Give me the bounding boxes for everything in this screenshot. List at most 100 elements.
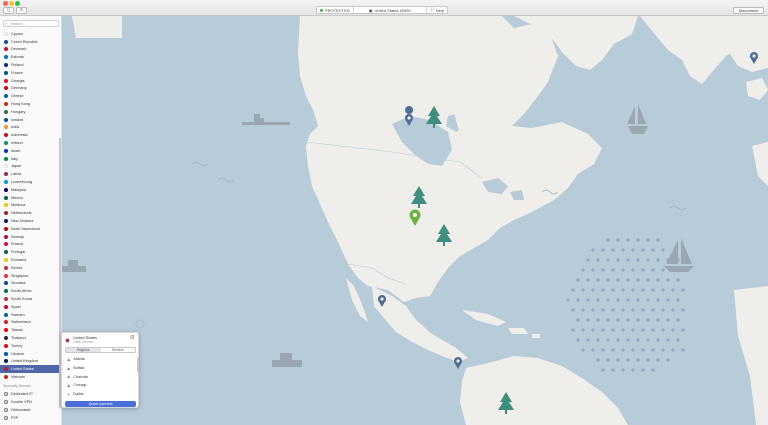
- sidebar-item-country[interactable]: Switzerland: [0, 318, 61, 326]
- sidebar-item-specialty[interactable]: Obfuscated: [0, 406, 61, 414]
- sidebar-item-country[interactable]: Ireland: [0, 139, 61, 147]
- quick-connect-button[interactable]: Quick connect: [65, 401, 136, 407]
- specialty-label: Dedicated IP: [11, 392, 33, 396]
- window-minimize-button[interactable]: [9, 1, 14, 6]
- sidebar-item-country[interactable]: Indonesia: [0, 131, 61, 139]
- sidebar-item-country[interactable]: Malaysia: [0, 186, 61, 194]
- sidebar-item-country[interactable]: Georgia: [0, 77, 61, 85]
- country-flag-icon: [4, 250, 8, 255]
- search-input[interactable]: ⌕ Search...: [3, 20, 59, 27]
- sea-dot: [576, 298, 580, 302]
- region-list-item[interactable]: ⛰ Buffalo: [65, 364, 136, 373]
- sidebar-item-country[interactable]: Vietnam: [0, 373, 61, 381]
- sidebar-item-country[interactable]: Cyprus: [0, 30, 61, 38]
- region-list-item[interactable]: ⛰ Dallas: [65, 390, 136, 395]
- sea-dot: [641, 308, 645, 312]
- sea-dot: [596, 318, 600, 322]
- sidebar-item-country[interactable]: South Africa: [0, 287, 61, 295]
- sailboat-2: [664, 238, 694, 272]
- country-label: Japan: [11, 164, 22, 169]
- popup-server-count: 1566 Servers: [73, 340, 94, 344]
- window-maximize-button[interactable]: [15, 1, 20, 6]
- disconnect-button[interactable]: Disconnect: [733, 7, 764, 14]
- sidebar-item-country[interactable]: Japan: [0, 163, 61, 171]
- tab-servers[interactable]: Servers: [101, 348, 136, 352]
- sea-dot: [596, 278, 600, 282]
- sidebar-item-country[interactable]: Serbia: [0, 264, 61, 272]
- zoom-circle-icon[interactable]: [135, 319, 145, 329]
- country-label: Thailand: [11, 335, 26, 340]
- map-canvas: [62, 16, 768, 425]
- sidebar-item-country[interactable]: India: [0, 124, 61, 132]
- sidebar-item-country[interactable]: Norway: [0, 233, 61, 241]
- sidebar-item-country[interactable]: Romania: [0, 256, 61, 264]
- sidebar-item-country[interactable]: Ukraine: [0, 350, 61, 358]
- sidebar-item-country[interactable]: Israel: [0, 147, 61, 155]
- sea-dot: [606, 318, 610, 322]
- sea-dot: [641, 328, 645, 332]
- sidebar-item-country[interactable]: Portugal: [0, 248, 61, 256]
- sea-dot: [636, 298, 640, 302]
- window-close-button[interactable]: [3, 1, 8, 6]
- sidebar-item-country[interactable]: Finland: [0, 61, 61, 69]
- sidebar-item-country[interactable]: Hong Kong: [0, 100, 61, 108]
- sidebar-item-country[interactable]: South Korea: [0, 295, 61, 303]
- country-label: United States: [11, 367, 34, 372]
- sidebar-item-country[interactable]: Spain: [0, 303, 61, 311]
- region-list-item[interactable]: ⛰ Atlanta: [65, 355, 136, 364]
- list-view-button[interactable]: ≡: [16, 7, 27, 14]
- country-label: Turkey: [11, 343, 23, 348]
- sidebar: ⌕ Search... Cyprus Czech Republic Denmark E…: [0, 16, 62, 425]
- sidebar-item-country[interactable]: North Macedonia: [0, 225, 61, 233]
- sidebar-toggle-button[interactable]: ▯: [3, 7, 14, 14]
- sea-dot: [586, 278, 590, 282]
- sidebar-item-country[interactable]: Sweden: [0, 311, 61, 319]
- sea-dot: [606, 358, 610, 362]
- sea-dot: [661, 268, 665, 272]
- sidebar-item-country[interactable]: Greece: [0, 92, 61, 100]
- sea-dot: [606, 298, 610, 302]
- country-label: Ireland: [11, 141, 23, 146]
- sidebar-item-country[interactable]: Italy: [0, 155, 61, 163]
- sea-dot: [606, 258, 610, 262]
- country-flag-icon: [4, 351, 8, 356]
- sidebar-item-country[interactable]: Turkey: [0, 342, 61, 350]
- sidebar-item-country[interactable]: United States: [0, 365, 61, 374]
- sidebar-item-country[interactable]: Moldova: [0, 202, 61, 210]
- sidebar-item-country[interactable]: Thailand: [0, 334, 61, 342]
- region-scrollbar[interactable]: [137, 357, 139, 373]
- world-map[interactable]: [62, 16, 768, 425]
- sidebar-item-country[interactable]: Netherlands: [0, 209, 61, 217]
- sidebar-item-country[interactable]: New Zealand: [0, 217, 61, 225]
- sidebar-item-country[interactable]: Estonia: [0, 53, 61, 61]
- sidebar-item-country[interactable]: Taiwan: [0, 326, 61, 334]
- popup-settings-gear-icon[interactable]: ⚙: [130, 334, 135, 341]
- country-label: Malaysia: [11, 187, 26, 192]
- sidebar-item-country[interactable]: Singapore: [0, 272, 61, 280]
- region-list-item[interactable]: ⛰ Chicago: [65, 381, 136, 390]
- sea-dot: [586, 318, 590, 322]
- region-list-item[interactable]: ⛰ Charlotte: [65, 372, 136, 381]
- sidebar-item-country[interactable]: United Kingdom: [0, 357, 61, 365]
- help-segment[interactable]: ⓘ Help: [425, 7, 447, 13]
- tab-regions[interactable]: Regions: [66, 348, 101, 352]
- sidebar-item-country[interactable]: Luxembourg: [0, 178, 61, 186]
- sidebar-item-country[interactable]: Hungary: [0, 108, 61, 116]
- sidebar-item-country[interactable]: Poland: [0, 241, 61, 249]
- country-label: South Africa: [11, 289, 32, 294]
- sidebar-item-specialty[interactable]: Double VPN: [0, 398, 61, 406]
- sidebar-icon: ▯: [7, 7, 10, 13]
- sidebar-item-country[interactable]: Slovakia: [0, 280, 61, 288]
- sidebar-item-specialty[interactable]: P2P: [0, 414, 61, 422]
- sidebar-item-country[interactable]: Germany: [0, 85, 61, 93]
- sidebar-item-country[interactable]: Denmark: [0, 46, 61, 54]
- sea-dot: [651, 368, 655, 372]
- sidebar-item-country[interactable]: Czech Republic: [0, 38, 61, 46]
- sidebar-item-country[interactable]: France: [0, 69, 61, 77]
- sidebar-item-country[interactable]: Mexico: [0, 194, 61, 202]
- connection-status[interactable]: PROTECTED ▣ United States #2590 ⓘ Help: [316, 6, 448, 14]
- sidebar-item-country[interactable]: Iceland: [0, 116, 61, 124]
- country-label: South Korea: [11, 296, 33, 301]
- sidebar-item-specialty[interactable]: Dedicated IP: [0, 390, 61, 398]
- sidebar-item-country[interactable]: Latvia: [0, 170, 61, 178]
